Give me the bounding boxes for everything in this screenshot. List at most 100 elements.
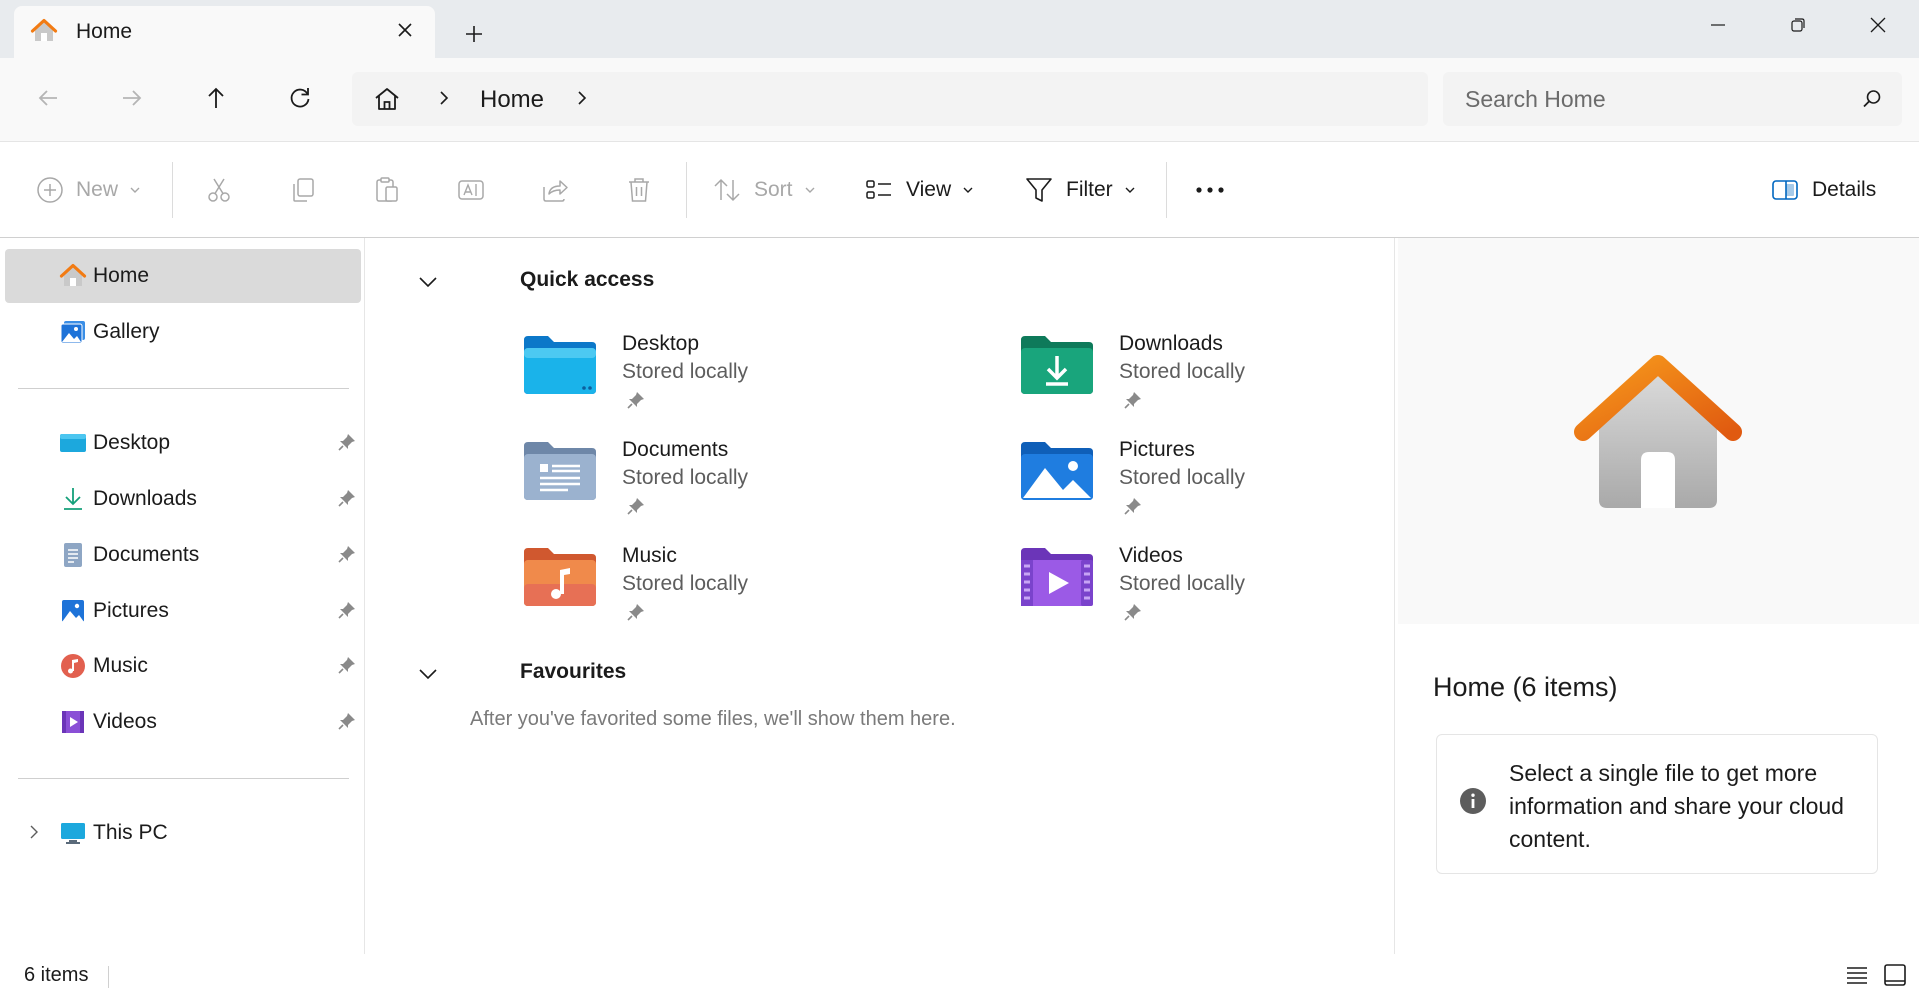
pictures-icon (62, 600, 84, 622)
sidebar-item-label: Home (93, 264, 150, 287)
home-crumb-icon[interactable] (372, 84, 402, 114)
filter-button[interactable]: Filter (1024, 169, 1137, 211)
pin-icon[interactable] (337, 600, 357, 620)
sidebar-item-this-pc[interactable]: This PC (5, 806, 361, 860)
rename-icon (458, 180, 484, 200)
address-bar[interactable]: Home (352, 72, 1428, 126)
sidebar-item-label: Music (93, 654, 148, 677)
qa-name: Pictures (1119, 438, 1195, 461)
sidebar-item-pictures[interactable]: Pictures (5, 584, 361, 638)
favourites-header[interactable]: Favourites (416, 658, 716, 688)
pin-icon[interactable] (337, 544, 357, 564)
delete-button[interactable] (624, 169, 654, 211)
back-button[interactable] (28, 78, 68, 118)
pin-icon[interactable] (1123, 602, 1143, 622)
divider (172, 162, 173, 218)
chevron-down-icon[interactable] (416, 662, 440, 686)
pin-icon[interactable] (337, 711, 357, 731)
sidebar-item-documents[interactable]: Documents (5, 528, 361, 582)
minimize-button[interactable] (1698, 10, 1738, 40)
arrow-left-icon (38, 90, 57, 106)
refresh-button[interactable] (280, 78, 320, 118)
cut-button[interactable] (204, 169, 234, 211)
new-tab-icon[interactable] (460, 20, 488, 48)
sidebar-item-gallery[interactable]: Gallery (5, 305, 361, 359)
pin-icon[interactable] (626, 390, 646, 410)
content-area: Quick access Desktop Stored locally Down… (366, 238, 1394, 954)
view-button[interactable]: View (864, 169, 975, 211)
quick-access-desktop[interactable]: Desktop Stored locally (522, 332, 922, 432)
sidebar-item-desktop[interactable]: Desktop (5, 416, 361, 470)
minimize-icon (1711, 24, 1725, 26)
sidebar-item-videos[interactable]: Videos (5, 695, 361, 749)
qa-name: Downloads (1119, 332, 1223, 355)
pin-icon[interactable] (337, 655, 357, 675)
view-icon (866, 180, 891, 199)
pin-icon[interactable] (337, 488, 357, 508)
sidebar-item-music[interactable]: Music (5, 639, 361, 693)
downloads-folder-icon (1021, 336, 1093, 394)
tiles-view-icon[interactable] (1882, 962, 1908, 988)
forward-button[interactable] (112, 78, 152, 118)
breadcrumb-home[interactable]: Home (480, 86, 544, 114)
divider (686, 162, 687, 218)
videos-icon (62, 711, 84, 733)
sidebar-item-home[interactable]: Home (5, 249, 361, 303)
quick-access-header[interactable]: Quick access (416, 266, 716, 296)
quick-access-videos[interactable]: Videos Stored locally (1019, 544, 1419, 644)
chevron-down-icon[interactable] (416, 270, 440, 294)
restore-button[interactable] (1778, 10, 1818, 40)
quick-access-documents[interactable]: Documents Stored locally (522, 438, 922, 538)
trash-icon (629, 178, 649, 202)
divider (108, 966, 109, 988)
search-box[interactable] (1443, 72, 1902, 126)
tab-title: Home (76, 20, 133, 43)
title-bar: Home (0, 0, 1919, 58)
close-window-button[interactable] (1858, 10, 1898, 40)
address-row: Home (0, 58, 1919, 142)
qa-sub: Stored locally (622, 360, 749, 383)
sidebar-item-downloads[interactable]: Downloads (5, 472, 361, 526)
pin-icon[interactable] (626, 602, 646, 622)
pin-icon[interactable] (1123, 496, 1143, 516)
quick-access-pictures[interactable]: Pictures Stored locally (1019, 438, 1419, 538)
new-button[interactable]: New (36, 169, 142, 211)
pin-icon[interactable] (337, 432, 357, 452)
up-button[interactable] (196, 78, 236, 118)
close-tab-icon[interactable] (393, 18, 417, 42)
chevron-down-icon (805, 187, 815, 193)
desktop-folder-icon (524, 336, 596, 394)
details-button[interactable]: Details (1770, 169, 1876, 211)
pin-icon[interactable] (1123, 390, 1143, 410)
scissors-icon (208, 178, 230, 202)
tab-home[interactable]: Home (14, 6, 435, 58)
videos-folder-icon (1021, 548, 1093, 606)
favourites-empty-message: After you've favorited some files, we'll… (470, 708, 956, 730)
more-options-button[interactable] (1194, 169, 1226, 211)
details-label: Details (1812, 178, 1877, 201)
downloads-icon (64, 488, 82, 510)
sort-button[interactable]: Sort (712, 169, 817, 211)
quick-access-music[interactable]: Music Stored locally (522, 544, 922, 644)
details-view-icon[interactable] (1844, 962, 1870, 988)
paste-button[interactable] (372, 169, 402, 211)
pictures-folder-icon (1021, 442, 1093, 500)
qa-sub: Stored locally (1119, 466, 1246, 489)
item-count: 6 items (24, 964, 89, 986)
chevron-right-icon[interactable] (434, 88, 454, 108)
search-input[interactable] (1465, 84, 1845, 114)
chevron-right-icon[interactable] (572, 88, 592, 108)
sidebar-item-label: Downloads (93, 487, 197, 510)
share-button[interactable] (540, 169, 570, 211)
quick-access-downloads[interactable]: Downloads Stored locally (1019, 332, 1419, 432)
divider (1166, 162, 1167, 218)
rename-button[interactable] (456, 169, 486, 211)
chevron-right-icon[interactable] (25, 823, 43, 841)
pin-icon[interactable] (626, 496, 646, 516)
copy-button[interactable] (288, 169, 318, 211)
search-icon[interactable] (1860, 87, 1884, 111)
command-bar: New Sort View Filter Details (0, 142, 1919, 238)
qa-sub: Stored locally (622, 466, 749, 489)
divider (18, 388, 349, 389)
qa-name: Music (622, 544, 677, 567)
